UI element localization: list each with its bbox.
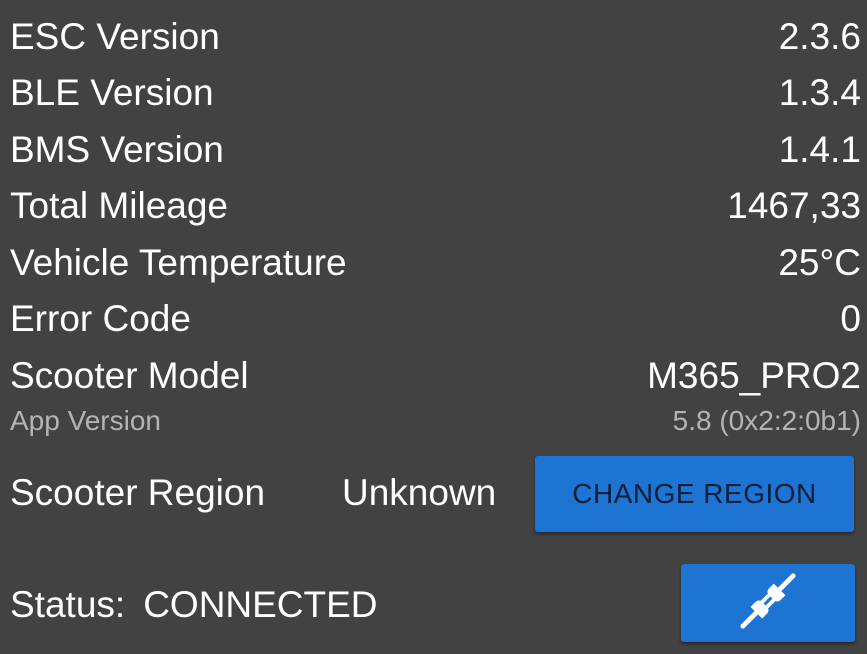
error-code-label: Error Code [10,297,191,339]
bms-version-label: BMS Version [10,128,224,170]
scooter-info-screen: ESC Version 2.3.6 BLE Version 1.3.4 BMS … [0,0,867,654]
esc-version-value: 2.3.6 [778,15,861,57]
error-code-value: 0 [840,297,861,339]
info-row-error-code: Error Code 0 [10,290,861,346]
status-label: Status: [10,584,126,625]
app-version-label: App Version [10,405,161,436]
esc-version-label: ESC Version [10,15,220,57]
scooter-region-label: Scooter Region [10,472,266,513]
info-row-app-version: App Version 5.8 (0x2:2:0b1) [10,396,861,446]
info-row-scooter-model: Scooter Model M365_PRO2 [10,347,861,403]
ble-version-value: 1.3.4 [778,71,861,113]
info-row-esc-version: ESC Version 2.3.6 [10,8,861,64]
total-mileage-label: Total Mileage [10,184,229,226]
plug-disconnect-icon [737,570,799,637]
change-region-button-label: CHANGE REGION [572,478,817,509]
scooter-model-label: Scooter Model [10,354,249,396]
status-value: CONNECTED [143,584,378,625]
info-row-bms-version: BMS Version 1.4.1 [10,121,861,177]
app-version-value: 5.8 (0x2:2:0b1) [672,405,861,436]
info-row-vehicle-temperature: Vehicle Temperature 25°C [10,234,861,290]
connection-status: Status: CONNECTED [10,586,378,623]
bms-version-value: 1.4.1 [778,128,861,170]
ble-version-label: BLE Version [10,71,214,113]
vehicle-temperature-value: 25°C [778,241,861,283]
change-region-button[interactable]: CHANGE REGION [535,456,854,532]
total-mileage-value: 1467,33 [727,184,861,226]
disconnect-button[interactable] [681,564,855,642]
info-row-total-mileage: Total Mileage 1467,33 [10,177,861,233]
scooter-region-value: Unknown [342,472,497,513]
scooter-model-value: M365_PRO2 [647,354,861,396]
vehicle-temperature-label: Vehicle Temperature [10,241,347,283]
info-row-ble-version: BLE Version 1.3.4 [10,64,861,120]
